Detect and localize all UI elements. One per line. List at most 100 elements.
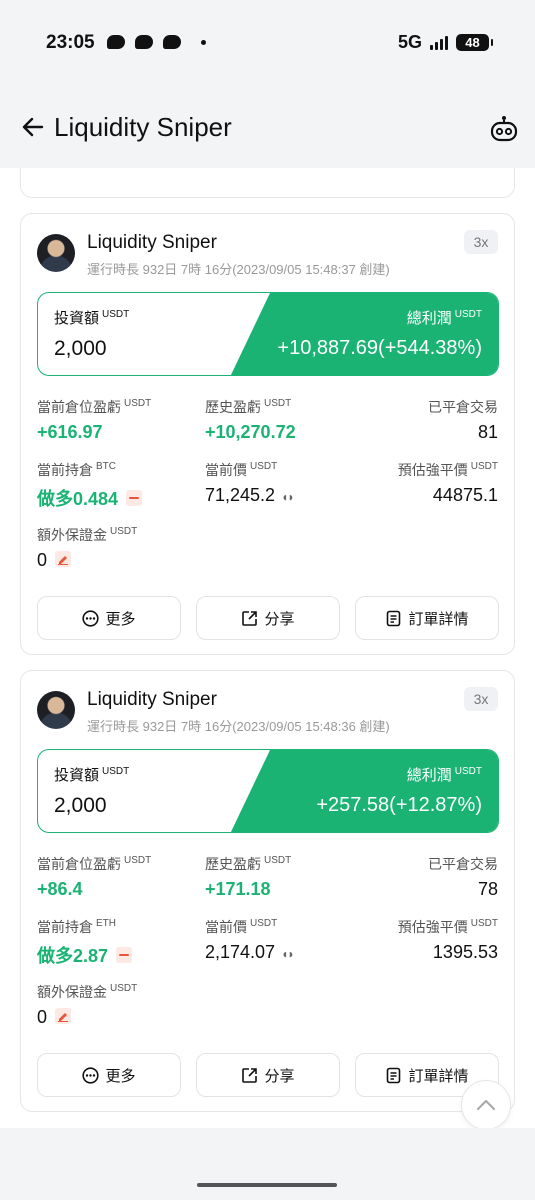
- bot-card[interactable]: Liquidity Sniper 運行時長 932日 7時 16分(2023/0…: [20, 670, 515, 1112]
- share-button[interactable]: 分享: [196, 1053, 340, 1097]
- chat-bubble-icon: [135, 35, 153, 49]
- home-indicator[interactable]: [197, 1183, 337, 1187]
- status-right: 5G 48: [397, 32, 493, 53]
- current-price-label: 當前價 USDT: [205, 918, 278, 935]
- history-pnl-value: +171.18: [205, 879, 271, 899]
- history-pnl-label: 歷史盈虧 USDT: [205, 398, 292, 415]
- leverage-badge: 3x: [464, 230, 498, 254]
- closed-trades-value: 78: [477, 879, 498, 899]
- network-type: 5G: [397, 32, 422, 52]
- bottom-area: [0, 1128, 535, 1200]
- share-icon: [242, 610, 258, 626]
- price-toggle-icon[interactable]: ◖◗: [281, 947, 294, 961]
- share-button[interactable]: 分享: [196, 596, 340, 640]
- investment-profit-panel: 投資額 USDT 2,000 總利潤 USDT +257.58(+12.87%): [37, 749, 499, 833]
- extra-margin-value: 0: [37, 550, 48, 570]
- clock: 23:05: [46, 32, 95, 53]
- document-icon: [387, 610, 401, 626]
- closed-trades-value: 81: [477, 422, 498, 442]
- scroll-to-top-button[interactable]: [461, 1080, 511, 1130]
- order-detail-button-label: 訂單詳情: [408, 610, 469, 628]
- price-toggle-icon[interactable]: ◖◗: [281, 490, 294, 504]
- back-arrow-icon[interactable]: [20, 114, 46, 140]
- position-pnl-value: +616.97: [37, 422, 103, 442]
- edit-margin-icon[interactable]: [55, 1008, 72, 1025]
- chat-bubble-icon: [107, 35, 125, 49]
- avatar: [37, 234, 75, 272]
- investment-value: 2,000: [54, 337, 107, 360]
- bot-list[interactable]: Liquidity Sniper 運行時長 932日 7時 16分(2023/0…: [0, 168, 535, 1128]
- bot-card[interactable]: Liquidity Sniper 運行時長 932日 7時 16分(2023/0…: [20, 213, 515, 655]
- position-pnl-label: 當前倉位盈虧 USDT: [37, 398, 152, 415]
- liquidation-price-value: 44875.1: [432, 485, 498, 505]
- more-button[interactable]: 更多: [37, 596, 181, 640]
- document-icon: [387, 1067, 401, 1083]
- more-notifications-dot-icon: [201, 39, 206, 45]
- current-price-row: 71,245.2 ◖◗: [205, 485, 295, 506]
- holding-row: 做多0.484: [37, 485, 143, 511]
- profit-background: [230, 293, 498, 375]
- share-button-label: 分享: [264, 610, 295, 628]
- current-price-label: 當前價 USDT: [205, 461, 278, 478]
- more-dots-icon: [82, 609, 100, 627]
- liquidation-price-label: 預估強平價 USDT: [397, 461, 498, 478]
- extra-margin-value: 0: [37, 1007, 48, 1027]
- previous-card-bottom: [20, 168, 515, 198]
- total-profit-label: 總利潤 USDT: [406, 766, 482, 784]
- holding-value: 做多0.484: [37, 489, 119, 509]
- holding-label: 當前持倉 BTC: [37, 461, 116, 478]
- notification-icons: [107, 35, 206, 49]
- current-price-row: 2,174.07 ◖◗: [205, 942, 295, 963]
- chevron-up-icon: [476, 1099, 496, 1111]
- share-icon: [242, 1067, 258, 1083]
- position-pnl-label: 當前倉位盈虧 USDT: [37, 855, 152, 872]
- more-button[interactable]: 更多: [37, 1053, 181, 1097]
- status-bar: 23:05 5G 48: [0, 0, 535, 90]
- liquidation-price-value: 1395.53: [432, 942, 498, 962]
- bot-name: Liquidity Sniper: [87, 689, 217, 710]
- total-profit-value: +257.58(+12.87%): [316, 794, 482, 816]
- bot-runtime: 運行時長 932日 7時 16分(2023/09/05 15:48:36 創建): [87, 719, 390, 734]
- investment-value: 2,000: [54, 794, 107, 817]
- holding-row: 做多2.87: [37, 942, 133, 968]
- bot-runtime: 運行時長 932日 7時 16分(2023/09/05 15:48:37 創建): [87, 262, 390, 277]
- current-price-value: 2,174.07: [205, 942, 276, 962]
- app-header: Liquidity Sniper: [0, 90, 535, 168]
- closed-trades-label: 已平倉交易: [428, 856, 498, 872]
- more-button-label: 更多: [105, 610, 136, 628]
- investment-label: 投資額 USDT: [54, 309, 130, 327]
- liquidation-price-label: 預估強平價 USDT: [397, 918, 498, 935]
- extra-margin-label: 額外保證金 USDT: [37, 526, 138, 543]
- bot-name: Liquidity Sniper: [87, 232, 217, 253]
- order-detail-button[interactable]: 訂單詳情: [355, 596, 499, 640]
- investment-profit-panel: 投資額 USDT 2,000 總利潤 USDT +10,887.69(+544.38…: [37, 292, 499, 376]
- more-button-label: 更多: [105, 1067, 136, 1085]
- total-profit-label: 總利潤 USDT: [406, 309, 482, 327]
- holding-label: 當前持倉 ETH: [37, 918, 116, 935]
- edit-margin-icon[interactable]: [55, 551, 72, 568]
- battery-icon: 48: [456, 34, 493, 51]
- history-pnl-label: 歷史盈虧 USDT: [205, 855, 292, 872]
- leverage-badge: 3x: [464, 687, 498, 711]
- profit-background: [230, 750, 498, 832]
- reduce-position-icon[interactable]: [126, 490, 143, 507]
- more-dots-icon: [82, 1066, 100, 1084]
- extra-margin-row: 0: [37, 1007, 72, 1028]
- position-pnl-value: +86.4: [37, 879, 83, 899]
- closed-trades-label: 已平倉交易: [428, 399, 498, 415]
- signal-icon: [430, 35, 448, 50]
- avatar: [37, 691, 75, 729]
- extra-margin-label: 額外保證金 USDT: [37, 983, 138, 1000]
- share-button-label: 分享: [264, 1067, 295, 1085]
- investment-label: 投資額 USDT: [54, 766, 130, 784]
- page-title: Liquidity Sniper: [54, 112, 232, 142]
- total-profit-value: +10,887.69(+544.38%): [277, 337, 482, 359]
- extra-margin-row: 0: [37, 550, 72, 571]
- order-detail-button-label: 訂單詳情: [408, 1067, 469, 1085]
- robot-icon[interactable]: [489, 114, 519, 144]
- holding-value: 做多2.87: [37, 946, 109, 966]
- reduce-position-icon[interactable]: [116, 947, 133, 964]
- current-price-value: 71,245.2: [205, 485, 276, 505]
- chat-bubble-icon: [163, 35, 181, 49]
- history-pnl-value: +10,270.72: [205, 422, 296, 442]
